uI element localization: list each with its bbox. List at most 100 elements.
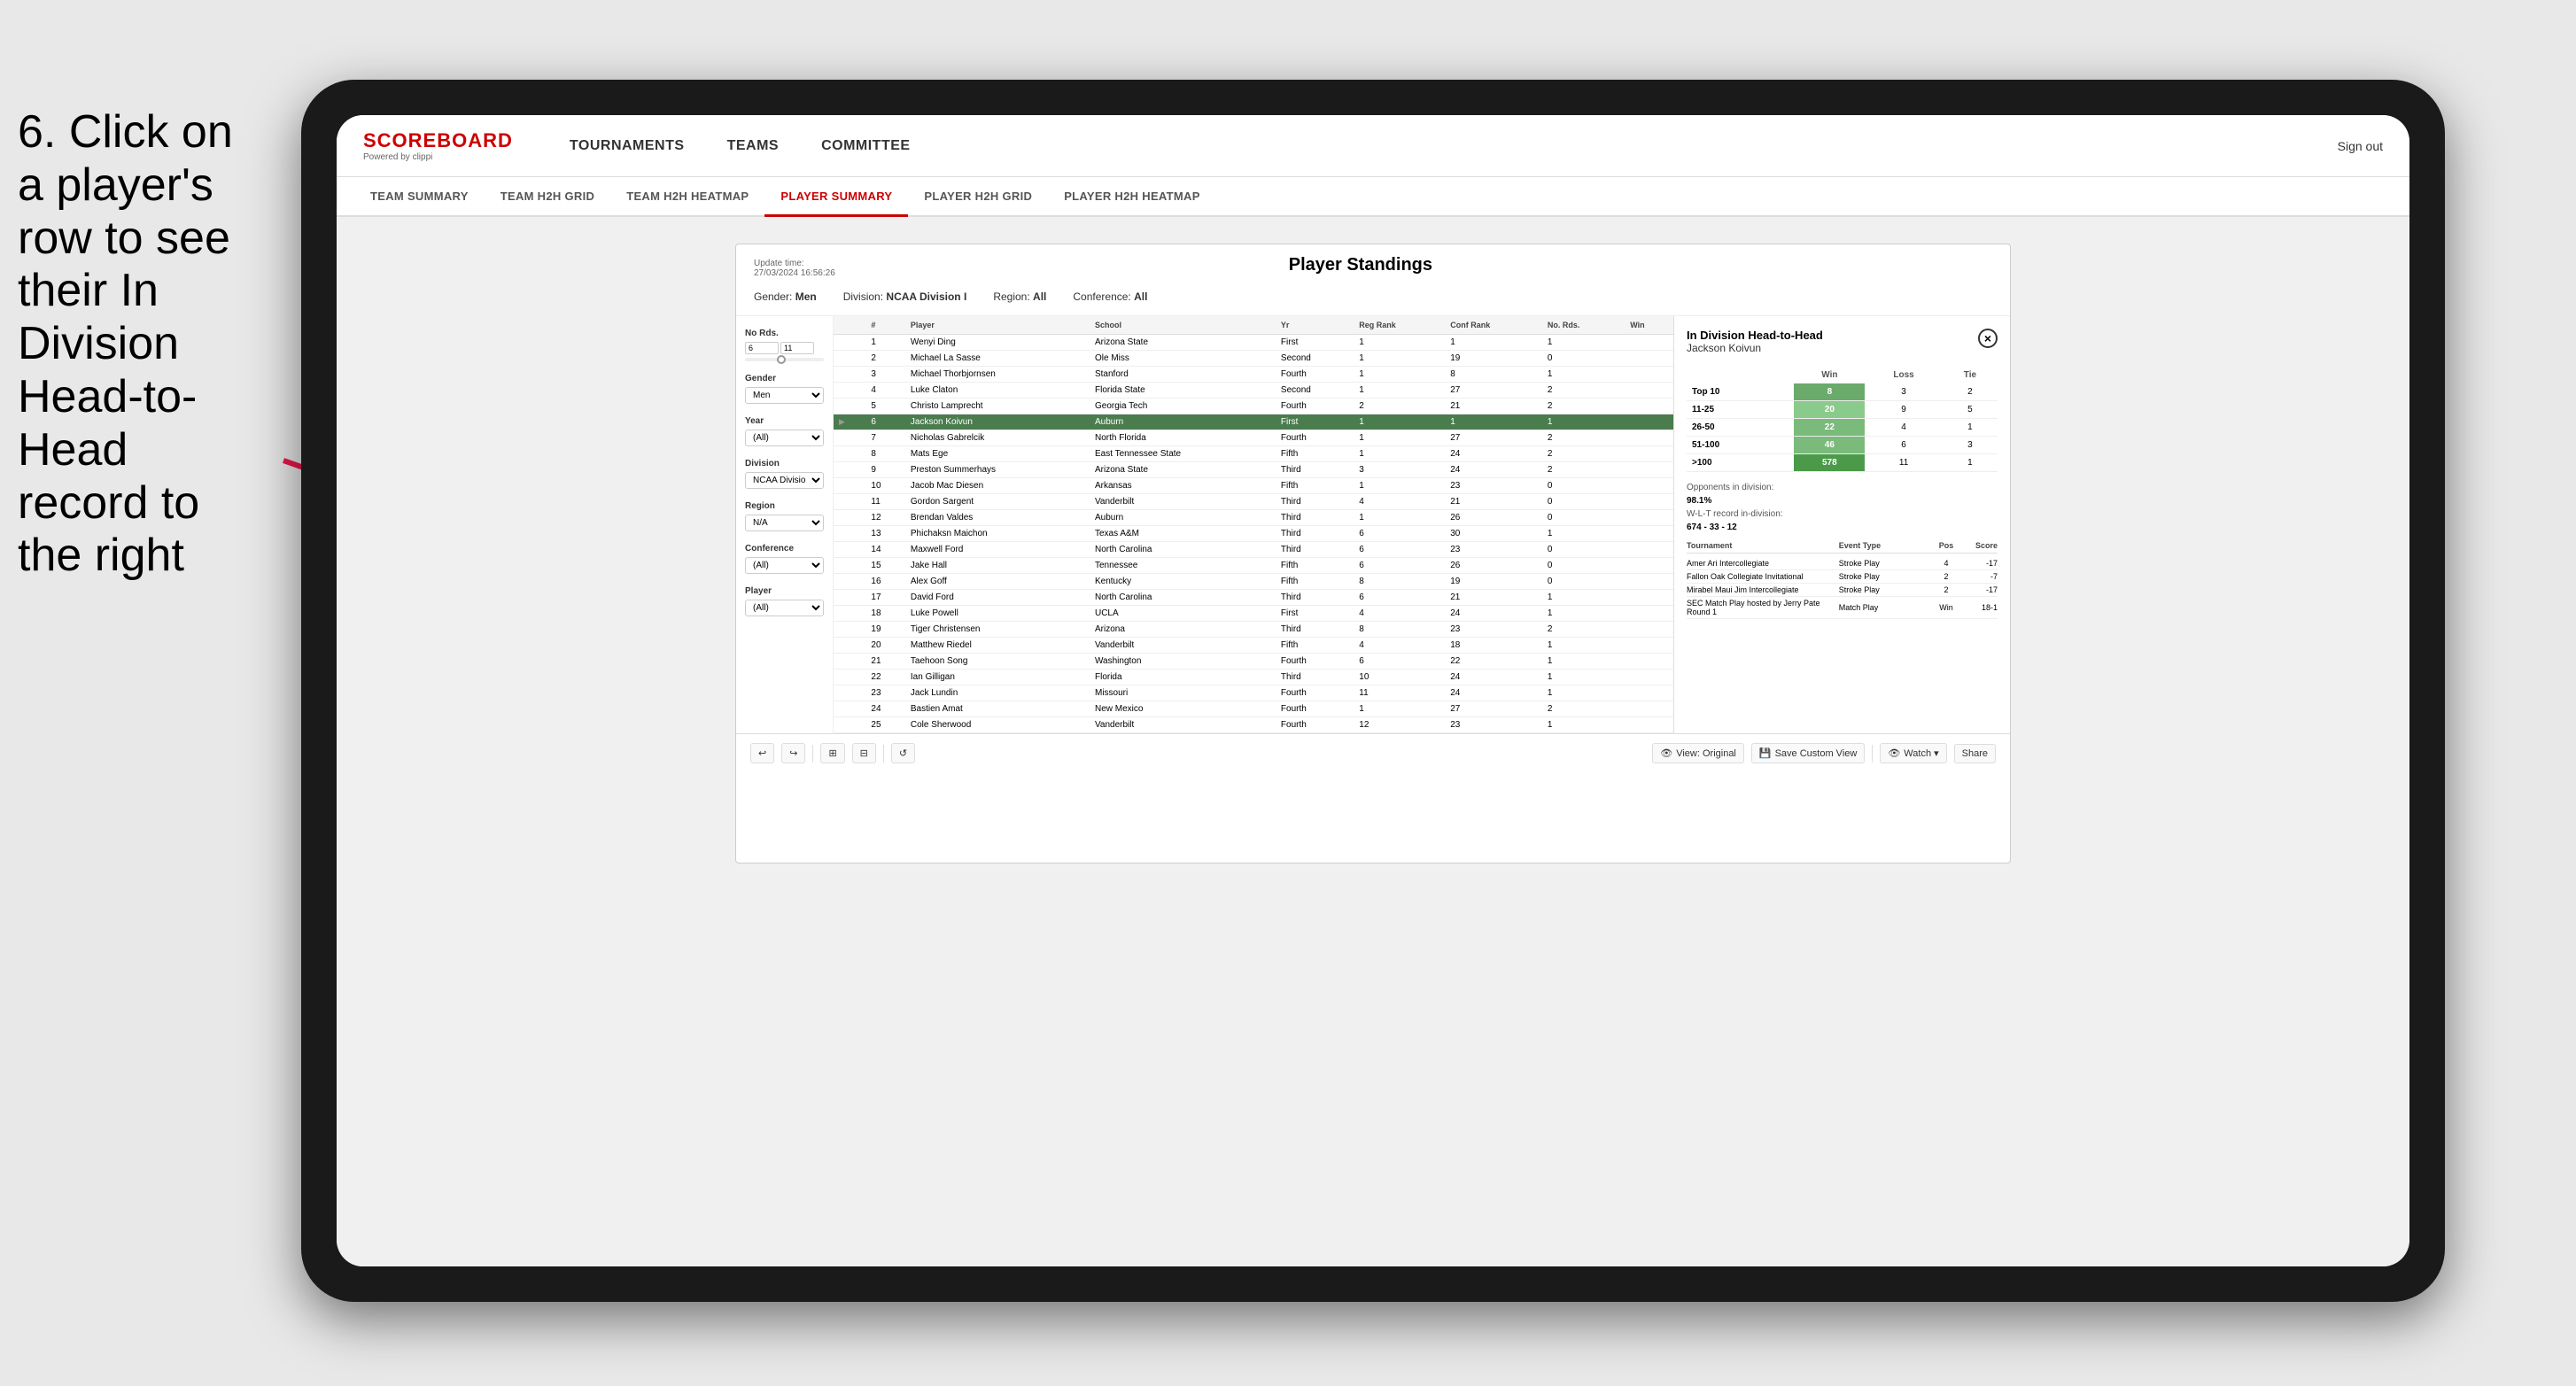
main-content: Update time: 27/03/2024 16:56:26 Player … (337, 217, 2409, 1266)
undo-button[interactable]: ↩ (750, 743, 774, 763)
sign-out-button[interactable]: Sign out (2338, 139, 2383, 153)
table-row[interactable]: 12 Brendan Valdes Auburn Third 1 26 0 (834, 510, 1673, 526)
year-select[interactable]: (All) (745, 430, 824, 446)
paste-button[interactable]: ⊟ (852, 743, 876, 763)
table-row[interactable]: ▶ 6 Jackson Koivun Auburn First 1 1 1 (834, 414, 1673, 430)
table-row[interactable]: 16 Alex Goff Kentucky Fifth 8 19 0 (834, 574, 1673, 590)
row-school: Stanford (1090, 367, 1276, 383)
row-reg-rank: 6 (1354, 590, 1445, 606)
table-row[interactable]: 3 Michael Thorbjornsen Stanford Fourth 1… (834, 367, 1673, 383)
table-row[interactable]: 4 Luke Claton Florida State Second 1 27 … (834, 383, 1673, 399)
conference-select[interactable]: (All) (745, 557, 824, 574)
row-conf-rank: 23 (1445, 717, 1542, 733)
table-row[interactable]: 22 Ian Gilligan Florida Third 10 24 1 (834, 670, 1673, 685)
tab-team-summary[interactable]: TEAM SUMMARY (354, 177, 485, 217)
row-reg-rank: 4 (1354, 606, 1445, 622)
h2h-row-win: 8 (1794, 383, 1865, 401)
row-school: New Mexico (1090, 701, 1276, 717)
table-row[interactable]: 11 Gordon Sargent Vanderbilt Third 4 21 … (834, 494, 1673, 510)
redo-button[interactable]: ↪ (781, 743, 805, 763)
row-yr: Second (1276, 351, 1354, 367)
h2h-col-range (1687, 367, 1794, 383)
table-row[interactable]: 17 David Ford North Carolina Third 6 21 … (834, 590, 1673, 606)
h2h-close-button[interactable]: × (1978, 329, 1998, 348)
h2h-row-label: 11-25 (1687, 401, 1794, 419)
row-reg-rank: 1 (1354, 351, 1445, 367)
row-num: 8 (865, 446, 904, 462)
table-row[interactable]: 24 Bastien Amat New Mexico Fourth 1 27 2 (834, 701, 1673, 717)
row-reg-rank: 1 (1354, 383, 1445, 399)
table-row[interactable]: 5 Christo Lamprecht Georgia Tech Fourth … (834, 399, 1673, 414)
col-win: Win (1625, 316, 1673, 335)
row-num: 20 (865, 638, 904, 654)
table-row[interactable]: 20 Matthew Riedel Vanderbilt Fifth 4 18 … (834, 638, 1673, 654)
row-school: Vanderbilt (1090, 638, 1276, 654)
save-custom-button[interactable]: 💾 Save Custom View (1751, 743, 1865, 763)
view-original-button[interactable]: 👁 View: Original (1652, 743, 1744, 763)
row-reg-rank: 1 (1354, 510, 1445, 526)
table-row[interactable]: 23 Jack Lundin Missouri Fourth 11 24 1 (834, 685, 1673, 701)
row-win (1625, 701, 1673, 717)
row-num: 7 (865, 430, 904, 446)
row-reg-rank: 11 (1354, 685, 1445, 701)
table-row[interactable]: 1 Wenyi Ding Arizona State First 1 1 1 (834, 335, 1673, 351)
row-conf-rank: 27 (1445, 701, 1542, 717)
table-row[interactable]: 8 Mats Ege East Tennessee State Fifth 1 … (834, 446, 1673, 462)
row-no-rds: 1 (1542, 414, 1625, 430)
tab-player-h2h-grid[interactable]: PLAYER H2H GRID (908, 177, 1048, 217)
h2h-col-tie: Tie (1943, 367, 1998, 383)
tablet-screen: SCOREBOARD Powered by clippi TOURNAMENTS… (337, 115, 2409, 1266)
table-row[interactable]: 13 Phichaksn Maichon Texas A&M Third 6 3… (834, 526, 1673, 542)
row-win (1625, 367, 1673, 383)
row-conf-rank: 21 (1445, 494, 1542, 510)
region-filter-label: Region: All (993, 290, 1046, 303)
tab-team-h2h-heatmap[interactable]: TEAM H2H HEATMAP (610, 177, 764, 217)
no-rds-max[interactable] (780, 342, 814, 354)
h2h-row-label: 26-50 (1687, 419, 1794, 437)
tab-player-summary[interactable]: PLAYER SUMMARY (764, 177, 908, 217)
tab-player-h2h-heatmap[interactable]: PLAYER H2H HEATMAP (1048, 177, 1215, 217)
table-row[interactable]: 19 Tiger Christensen Arizona Third 8 23 … (834, 622, 1673, 638)
table-row[interactable]: 2 Michael La Sasse Ole Miss Second 1 19 … (834, 351, 1673, 367)
table-row[interactable]: 15 Jake Hall Tennessee Fifth 6 26 0 (834, 558, 1673, 574)
table-row[interactable]: 7 Nicholas Gabrelcik North Florida Fourt… (834, 430, 1673, 446)
share-button[interactable]: Share (1954, 744, 1996, 763)
player-select[interactable]: (All) (745, 600, 824, 616)
copy-button[interactable]: ⊞ (820, 743, 844, 763)
table-row[interactable]: 9 Preston Summerhays Arizona State Third… (834, 462, 1673, 478)
row-conf-rank: 21 (1445, 399, 1542, 414)
gender-select[interactable]: Men Women (745, 387, 824, 404)
row-win (1625, 542, 1673, 558)
table-row[interactable]: 14 Maxwell Ford North Carolina Third 6 2… (834, 542, 1673, 558)
update-time: Update time: 27/03/2024 16:56:26 (754, 259, 835, 278)
table-row[interactable]: 18 Luke Powell UCLA First 4 24 1 (834, 606, 1673, 622)
h2h-stats: Opponents in division: 98.1% W-L-T recor… (1687, 483, 1998, 532)
view-original-icon: 👁 (1660, 747, 1672, 759)
row-player: Maxwell Ford (905, 542, 1090, 558)
nav-item-teams[interactable]: TEAMS (706, 115, 801, 177)
h2h-row-loss: 6 (1865, 437, 1942, 454)
watch-button[interactable]: 👁 Watch ▾ (1880, 743, 1946, 763)
no-rds-min[interactable] (745, 342, 779, 354)
tab-team-h2h-grid[interactable]: TEAM H2H GRID (485, 177, 610, 217)
row-yr: Fifth (1276, 574, 1354, 590)
table-row[interactable]: 25 Cole Sherwood Vanderbilt Fourth 12 23… (834, 717, 1673, 733)
row-no-rds: 0 (1542, 574, 1625, 590)
row-no-rds: 1 (1542, 526, 1625, 542)
region-select[interactable]: N/A (745, 515, 824, 531)
row-reg-rank: 8 (1354, 574, 1445, 590)
row-school: Vanderbilt (1090, 494, 1276, 510)
filter-row: Gender: Men Division: NCAA Division I Re… (754, 287, 1992, 306)
table-row[interactable]: 10 Jacob Mac Diesen Arkansas Fifth 1 23 … (834, 478, 1673, 494)
row-num: 9 (865, 462, 904, 478)
refresh-button[interactable]: ↺ (891, 743, 915, 763)
row-num: 25 (865, 717, 904, 733)
tour-pos: Win (1933, 603, 1959, 612)
row-conf-rank: 19 (1445, 574, 1542, 590)
h2h-row-loss: 4 (1865, 419, 1942, 437)
table-row[interactable]: 21 Taehoon Song Washington Fourth 6 22 1 (834, 654, 1673, 670)
row-num: 12 (865, 510, 904, 526)
nav-item-committee[interactable]: COMMITTEE (800, 115, 932, 177)
nav-item-tournaments[interactable]: TOURNAMENTS (548, 115, 706, 177)
division-select[interactable]: NCAA Division I (745, 472, 824, 489)
